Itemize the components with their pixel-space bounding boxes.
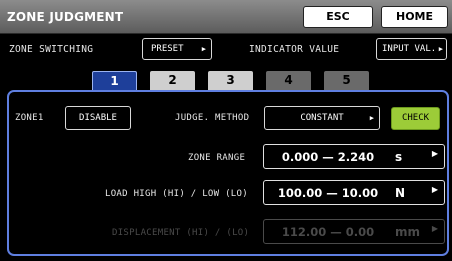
displacement-value: 112.00 — 0.00 <box>281 225 375 239</box>
esc-button[interactable]: ESC <box>303 6 373 28</box>
caret-right-icon: ▶ <box>431 149 438 158</box>
title-bar: ZONE JUDGMENT ESC HOME <box>0 0 452 34</box>
zone-tab-3[interactable]: 3 <box>208 71 253 90</box>
zone-tab-5[interactable]: 5 <box>324 71 369 90</box>
displacement-label: DISPLACEMENT (HI) / (LO) <box>112 228 250 238</box>
zone-switching-select[interactable]: PRESET ▶ <box>142 38 212 60</box>
judge-method-value: CONSTANT <box>300 113 344 123</box>
judge-method-select[interactable]: CONSTANT ▶ <box>264 106 380 130</box>
input-val-button-label: INPUT VAL. <box>382 44 437 54</box>
caret-right-icon: ▶ <box>431 224 438 233</box>
judge-method-label: JUDGE. METHOD <box>175 113 250 123</box>
caret-right-icon: ▶ <box>431 185 438 194</box>
zone-range-label: ZONE RANGE <box>188 153 246 163</box>
zone-tab-1[interactable]: 1 <box>92 71 137 91</box>
zone-switching-label: ZONE SWITCHING <box>9 44 94 55</box>
caret-right-icon: ▶ <box>438 45 443 53</box>
caret-right-icon: ▶ <box>201 45 206 53</box>
load-value: 100.00 — 10.00 <box>277 186 379 200</box>
zone-name-label: ZONE1 <box>15 113 44 123</box>
page-title: ZONE JUDGMENT <box>7 10 124 24</box>
zone-range-field[interactable]: 0.000 — 2.240 s ▶ <box>263 144 445 169</box>
input-val-button[interactable]: INPUT VAL. ▶ <box>376 38 447 60</box>
disable-button[interactable]: DISABLE <box>65 106 131 130</box>
load-unit: N <box>395 186 406 200</box>
zone-tab-2[interactable]: 2 <box>150 71 195 90</box>
zone-range-value: 0.000 — 2.240 <box>281 150 375 164</box>
indicator-value-label: INDICATOR VALUE <box>249 44 340 55</box>
zone-range-unit: s <box>395 150 403 164</box>
displacement-field: 112.00 — 0.00 mm ▶ <box>263 219 445 244</box>
home-button[interactable]: HOME <box>381 6 448 28</box>
zone-switching-value: PRESET <box>151 44 184 54</box>
zone-tab-4[interactable]: 4 <box>266 71 311 90</box>
displacement-unit: mm <box>395 225 421 239</box>
check-button[interactable]: CHECK <box>391 107 440 130</box>
load-field[interactable]: 100.00 — 10.00 N ▶ <box>263 180 445 205</box>
load-label: LOAD HIGH (HI) / LOW (LO) <box>105 189 248 199</box>
caret-right-icon: ▶ <box>369 114 374 122</box>
zone-judgment-screen: ZONE JUDGMENT ESC HOME ZONE SWITCHING PR… <box>0 0 452 261</box>
